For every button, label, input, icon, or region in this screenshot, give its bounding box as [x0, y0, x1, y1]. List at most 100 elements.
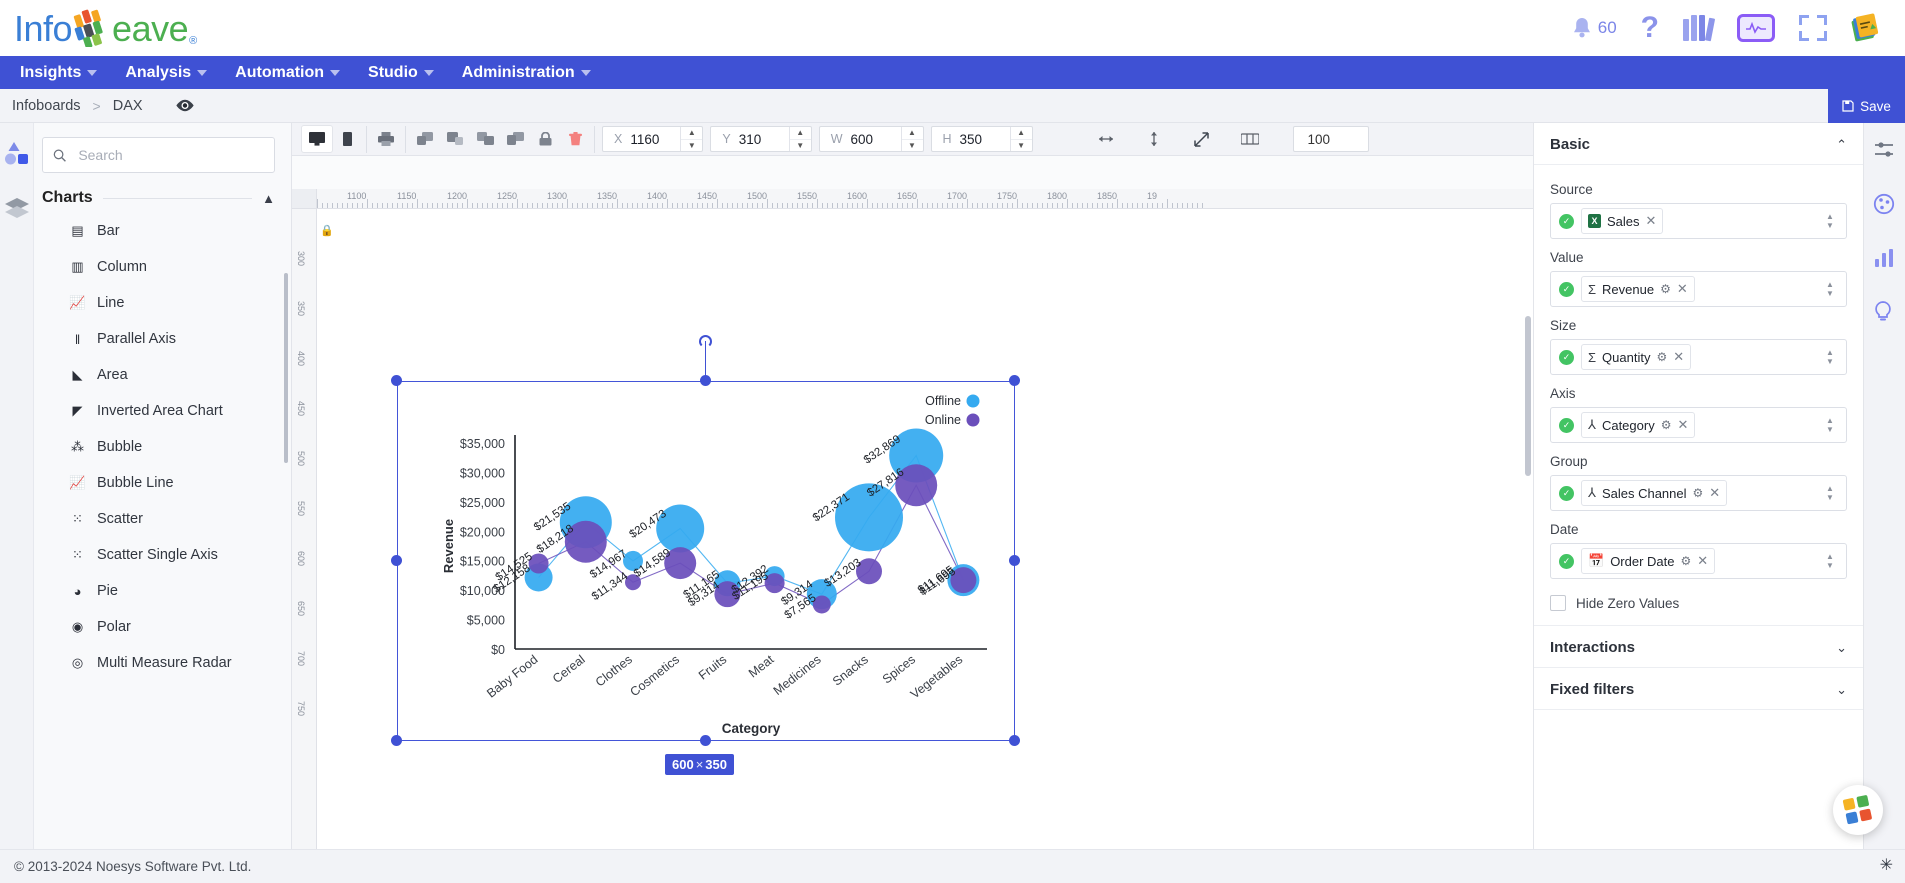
library-button[interactable]	[1683, 15, 1716, 42]
breadcrumb-current[interactable]: DAX	[113, 98, 143, 114]
hide-zero-values-row[interactable]: Hide Zero Values	[1550, 595, 1847, 611]
size-field[interactable]: Σ Quantity ⚙ ✕ ▲▼	[1550, 339, 1847, 375]
gear-icon[interactable]: ⚙	[1693, 486, 1704, 500]
apps-button[interactable]	[1851, 13, 1883, 43]
delete-button[interactable]	[560, 126, 590, 152]
y-position-field[interactable]: Y 310 ▲ ▼	[710, 126, 812, 152]
x-position-field[interactable]: X 1160 ▲ ▼	[602, 126, 704, 152]
nav-item-insights[interactable]: Insights	[6, 56, 111, 89]
y-stepper[interactable]: ▲ ▼	[788, 127, 811, 152]
y-value[interactable]: 310	[739, 132, 789, 147]
section-interactions[interactable]: Interactions ⌄	[1534, 625, 1863, 668]
chevron-up-icon[interactable]: ▲	[789, 127, 811, 140]
nav-item-studio[interactable]: Studio	[354, 56, 448, 89]
chart-item-polar[interactable]: ◉ Polar	[42, 609, 291, 645]
group-chip[interactable]: ⅄ Sales Channel ⚙ ✕	[1581, 480, 1728, 506]
preview-button[interactable]	[175, 99, 195, 113]
chevron-down-icon[interactable]: ▼	[681, 140, 702, 152]
layers-tool-button[interactable]	[4, 197, 30, 223]
send-to-back-button[interactable]	[500, 126, 530, 152]
chart-item-pie[interactable]: ◕ Pie	[42, 573, 291, 609]
section-fixed-filters[interactable]: Fixed filters ⌄	[1534, 668, 1863, 710]
rotation-handle[interactable]	[699, 335, 712, 348]
charts-section-header[interactable]: Charts ▲	[42, 189, 275, 207]
search-input[interactable]	[76, 146, 264, 164]
source-chip[interactable]: X Sales ✕	[1581, 208, 1664, 234]
fullscreen-button[interactable]	[1799, 15, 1827, 41]
close-icon[interactable]: ✕	[1697, 553, 1708, 569]
bring-to-front-button[interactable]	[470, 126, 500, 152]
group-stepper[interactable]: ▲ ▼	[1820, 484, 1840, 502]
chevron-up-icon[interactable]: ▲	[901, 127, 923, 140]
gear-icon[interactable]: ⚙	[1656, 350, 1667, 364]
zoom-field[interactable]: 100	[1292, 126, 1369, 152]
charts-panel-scrollbar[interactable]	[284, 273, 288, 463]
chart-item-bar[interactable]: ▤ Bar	[42, 213, 291, 249]
chart-item-column[interactable]: ▥ Column	[42, 249, 291, 285]
date-stepper[interactable]: ▲ ▼	[1820, 552, 1840, 570]
close-icon[interactable]: ✕	[1709, 485, 1720, 501]
insights-panel-button[interactable]	[1873, 301, 1897, 325]
section-basic[interactable]: Basic ⌃	[1534, 123, 1863, 165]
help-button[interactable]: ?	[1641, 13, 1659, 43]
close-icon[interactable]: ✕	[1673, 349, 1684, 365]
fit-diagonal-button[interactable]	[1187, 126, 1217, 152]
close-icon[interactable]: ✕	[1646, 213, 1657, 229]
chart-item-line[interactable]: 📈 Line	[42, 285, 291, 321]
size-chip[interactable]: Σ Quantity ⚙ ✕	[1581, 344, 1692, 370]
gear-icon[interactable]: ⚙	[1661, 418, 1672, 432]
date-field[interactable]: 📅 Order Date ⚙ ✕ ▲▼	[1550, 543, 1847, 579]
width-field[interactable]: W 600 ▲ ▼	[818, 126, 924, 152]
date-chip[interactable]: 📅 Order Date ⚙ ✕	[1581, 548, 1716, 574]
mobile-view-button[interactable]	[332, 126, 362, 152]
value-field[interactable]: Σ Revenue ⚙ ✕ ▲▼	[1550, 271, 1847, 307]
help-assistant-fab[interactable]	[1833, 785, 1883, 835]
value-stepper[interactable]: ▲ ▼	[1820, 280, 1840, 298]
notifications-button[interactable]: 60	[1571, 16, 1617, 40]
settings-panel-button[interactable]	[1873, 139, 1897, 163]
size-stepper[interactable]: ▲ ▼	[1820, 348, 1840, 366]
height-field[interactable]: H 350 ▲ ▼	[930, 126, 1033, 152]
axis-field[interactable]: ⅄ Category ⚙ ✕ ▲▼	[1550, 407, 1847, 443]
zoom-value[interactable]: 100	[1308, 132, 1331, 147]
data-panel-button[interactable]	[1873, 247, 1897, 271]
chart-item-scatter[interactable]: ⁙ Scatter	[42, 501, 291, 537]
chart-item-parallel-axis[interactable]: ‖ Parallel Axis	[42, 321, 291, 357]
x-stepper[interactable]: ▲ ▼	[680, 127, 703, 152]
hide-zero-values-checkbox[interactable]	[1550, 595, 1566, 611]
bubble-line-chart[interactable]: $0 $5,000 $10,000 $15,000 $20,000 $25,000 $30,…	[397, 381, 1015, 741]
save-button[interactable]: Save	[1828, 89, 1905, 123]
chart-item-area[interactable]: ◣ Area	[42, 357, 291, 393]
chart-item-inverted-area[interactable]: ◤ Inverted Area Chart	[42, 393, 291, 429]
chevron-up-icon[interactable]: ▲	[681, 127, 703, 140]
breadcrumb-root[interactable]: Infoboards	[12, 98, 81, 114]
send-backward-button[interactable]	[440, 126, 470, 152]
search-box[interactable]	[42, 137, 275, 173]
h-stepper[interactable]: ▲ ▼	[1009, 127, 1032, 151]
chevron-up-icon[interactable]: ⌃	[1836, 137, 1847, 153]
shapes-tool-button[interactable]	[4, 141, 30, 167]
align-horizontal-button[interactable]	[1091, 126, 1121, 152]
chevron-down-icon[interactable]: ▼	[790, 140, 811, 152]
infoweave-logo[interactable]: Info eave ®	[14, 9, 197, 49]
distribute-button[interactable]	[1235, 126, 1265, 152]
chevron-down-icon[interactable]: ▼	[902, 140, 923, 152]
lock-button[interactable]	[530, 126, 560, 152]
source-stepper[interactable]: ▲ ▼	[1820, 212, 1840, 230]
chart-item-bubble[interactable]: ⁂ Bubble	[42, 429, 291, 465]
chevron-down-icon[interactable]: ⌄	[1836, 640, 1847, 656]
chart-item-bubble-line[interactable]: 📈 Bubble Line	[42, 465, 291, 501]
h-value[interactable]: 350	[960, 132, 1010, 147]
align-vertical-button[interactable]	[1139, 126, 1169, 152]
x-value[interactable]: 1160	[630, 132, 680, 147]
chart-item-multi-measure-radar[interactable]: ◎ Multi Measure Radar	[42, 645, 291, 681]
group-field[interactable]: ⅄ Sales Channel ⚙ ✕ ▲▼	[1550, 475, 1847, 511]
monitor-button[interactable]	[1737, 14, 1775, 42]
chevron-down-icon[interactable]: ⌄	[1836, 682, 1847, 698]
theme-panel-button[interactable]	[1873, 193, 1897, 217]
gear-icon[interactable]: ⚙	[1681, 554, 1692, 568]
axis-stepper[interactable]: ▲ ▼	[1820, 416, 1840, 434]
print-button[interactable]	[371, 126, 401, 152]
design-canvas[interactable]: 🔒 600 × 350 $0 $5,000 $10,000 $15,000 $2…	[317, 209, 1533, 883]
bring-forward-button[interactable]	[410, 126, 440, 152]
